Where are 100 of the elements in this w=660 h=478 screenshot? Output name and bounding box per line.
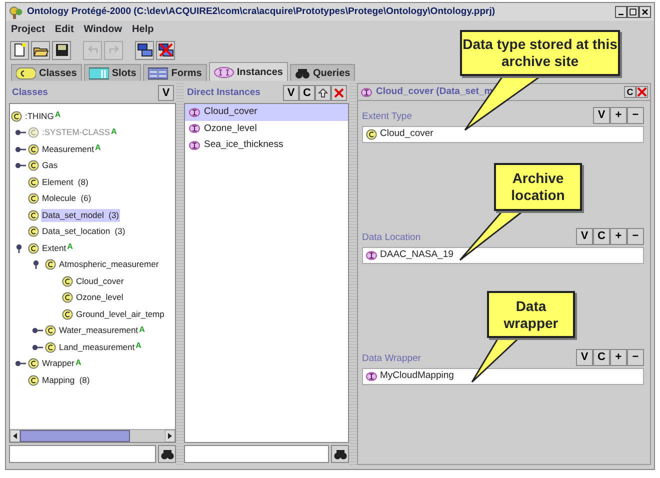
tab[interactable]: Slots xyxy=(84,64,142,81)
slot-button[interactable]: + xyxy=(610,107,627,124)
menu-item[interactable]: Edit xyxy=(54,22,74,37)
tab[interactable]: Forms xyxy=(143,64,207,81)
collapsed-toggle-icon[interactable] xyxy=(32,326,44,336)
tree-item[interactable]: Mapping (8) xyxy=(41,374,91,387)
search-field[interactable] xyxy=(184,445,329,463)
tree-item[interactable]: Ground_level_air_temp xyxy=(75,308,166,321)
collapsed-toggle-icon[interactable] xyxy=(15,161,27,170)
instance-item[interactable]: Sea_ice_thickness xyxy=(185,137,348,154)
tab[interactable]: Classes xyxy=(11,64,82,81)
toolbar-button[interactable] xyxy=(10,40,29,60)
collapsed-toggle-icon[interactable] xyxy=(15,144,27,154)
class-icon xyxy=(62,276,73,287)
tree-item[interactable]: Extent xyxy=(41,242,68,255)
header-button[interactable] xyxy=(331,85,347,101)
slot-button[interactable]: − xyxy=(627,107,644,124)
tree-item[interactable]: Data_set_location (3) xyxy=(41,225,126,238)
tab[interactable]: Queries xyxy=(290,64,356,81)
tab[interactable]: Instances xyxy=(208,62,288,81)
close-icon xyxy=(637,87,647,97)
tree-item[interactable]: Data_set_model (3) xyxy=(41,208,120,222)
instance-icon xyxy=(189,106,200,118)
menu-item[interactable]: Window xyxy=(84,22,122,37)
slot-button[interactable]: − xyxy=(627,349,644,366)
tree-item[interactable]: Measurement xyxy=(41,142,95,156)
tree-item[interactable]: Molecule (6) xyxy=(41,192,92,206)
header-button[interactable] xyxy=(315,85,331,101)
close-icon xyxy=(334,88,344,98)
abstract-marker: A xyxy=(136,340,142,352)
header-button[interactable]: C xyxy=(624,86,636,98)
tree-item[interactable]: Ozone_level xyxy=(75,291,124,304)
slot-tab-icon xyxy=(88,66,109,80)
tree-item[interactable]: Element (8) xyxy=(41,176,90,189)
collapsed-toggle-icon[interactable] xyxy=(32,342,44,352)
slot-label: Extent Type xyxy=(362,110,412,124)
slot-button[interactable]: C xyxy=(593,349,610,366)
instance-item[interactable]: Ozone_level xyxy=(185,120,348,137)
collapsed-toggle-icon[interactable] xyxy=(15,128,27,138)
scroll-left-icon[interactable] xyxy=(10,430,20,442)
slot-button[interactable]: + xyxy=(610,228,627,245)
minimize-button[interactable] xyxy=(615,6,627,18)
class-icon xyxy=(28,374,39,386)
callout: Data wrapper xyxy=(487,291,575,338)
abstract-marker: A xyxy=(75,356,82,368)
tree-item[interactable]: :SYSTEM-CLASS xyxy=(41,126,112,140)
instance-tab-icon xyxy=(214,66,234,78)
instance-item[interactable]: Cloud_cover xyxy=(185,104,348,120)
class-icon xyxy=(28,210,39,221)
slot-button[interactable]: − xyxy=(627,228,644,245)
callout: Data type stored at this archive site xyxy=(460,30,620,76)
tree-item[interactable]: Land_measurement xyxy=(58,340,136,354)
callout: Archive location xyxy=(494,163,582,211)
class-icon xyxy=(28,193,39,204)
toolbar-button[interactable] xyxy=(135,40,154,60)
collapsed-toggle-icon[interactable] xyxy=(15,359,27,368)
class-icon xyxy=(28,242,39,254)
app-icon xyxy=(9,6,23,18)
class-icon xyxy=(28,160,39,172)
search-field[interactable] xyxy=(9,445,156,463)
slot-label: Data Wrapper xyxy=(362,352,421,366)
menu-item[interactable]: Project xyxy=(11,22,45,37)
toolbar-button[interactable] xyxy=(52,40,71,60)
tree-item[interactable]: :THING xyxy=(24,110,55,123)
stacked-windows-delete-icon xyxy=(158,42,174,58)
slot-value-field[interactable]: DAAC_NASA_19 xyxy=(362,247,644,264)
class-tab-icon xyxy=(16,66,36,80)
binoculars-icon xyxy=(334,448,346,460)
header-button[interactable]: V xyxy=(283,85,299,101)
tree-item[interactable]: Gas xyxy=(41,159,59,172)
header-button[interactable]: C xyxy=(299,85,315,101)
tree-item[interactable]: Cloud_cover xyxy=(75,274,125,288)
slot-value-field[interactable]: MyCloudMapping xyxy=(362,368,644,385)
tree-item[interactable]: Atmospheric_measuremer xyxy=(58,258,160,272)
find-button[interactable] xyxy=(331,445,349,463)
abstract-marker: A xyxy=(94,142,101,154)
slot-value-field[interactable]: Cloud_cover xyxy=(362,126,644,143)
slot-button[interactable]: C xyxy=(593,228,610,245)
find-button[interactable] xyxy=(158,445,176,463)
class-icon xyxy=(28,358,39,370)
maximize-button[interactable] xyxy=(627,6,639,18)
abstract-marker: A xyxy=(54,109,61,121)
toolbar-button[interactable] xyxy=(31,40,50,60)
instance-icon xyxy=(189,140,200,151)
class-icon xyxy=(45,259,56,270)
tree-item[interactable]: Wrapper xyxy=(41,357,76,370)
header-button[interactable] xyxy=(636,86,648,98)
slot-button[interactable]: V xyxy=(593,107,610,124)
close-button[interactable] xyxy=(639,6,651,18)
slot-button[interactable]: + xyxy=(610,349,627,366)
scroll-right-icon[interactable] xyxy=(165,430,175,442)
class-icon xyxy=(366,129,377,140)
scrollbar-thumb[interactable] xyxy=(20,430,130,442)
class-icon xyxy=(11,110,22,122)
menu-item[interactable]: Help xyxy=(132,22,154,37)
tree-item[interactable]: Water_measurement xyxy=(58,324,140,338)
header-button[interactable]: V xyxy=(158,85,174,101)
slot-button[interactable]: V xyxy=(576,349,593,366)
toolbar-button[interactable] xyxy=(156,40,175,60)
slot-button[interactable]: V xyxy=(576,228,593,245)
